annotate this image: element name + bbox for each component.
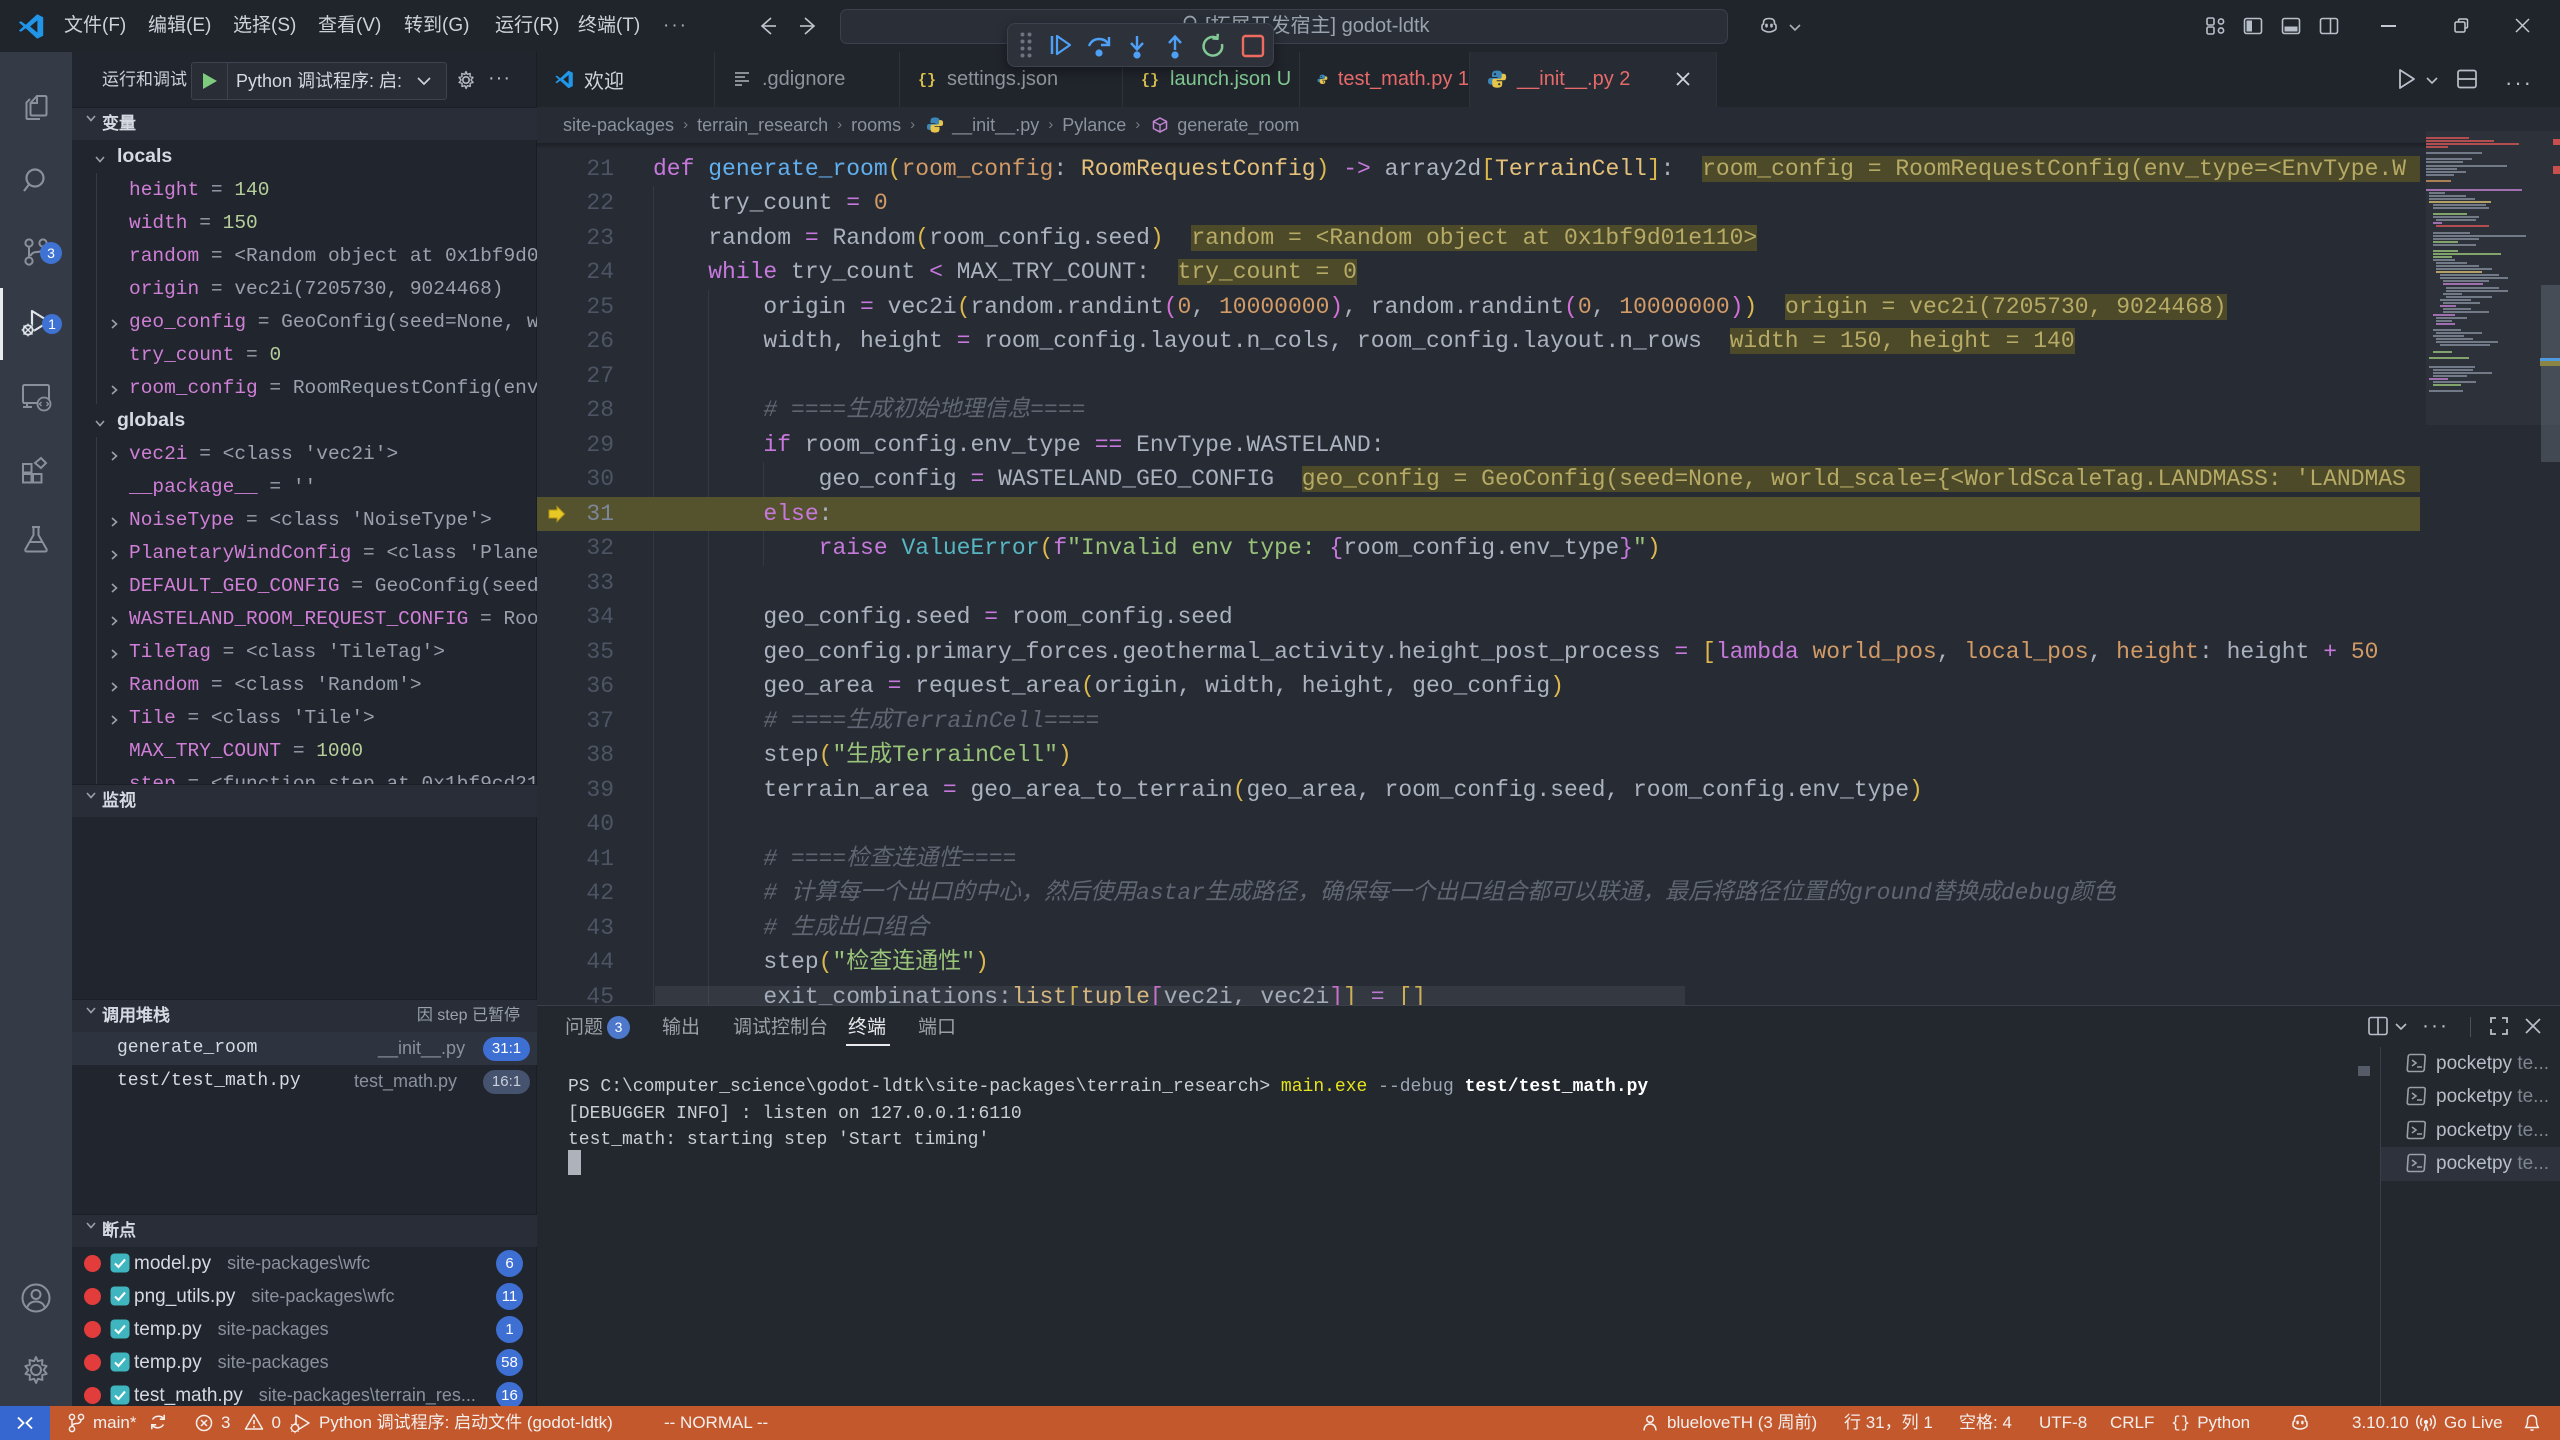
svg-text:{}: {} bbox=[918, 72, 936, 89]
svg-text:{}: {} bbox=[1141, 72, 1159, 89]
